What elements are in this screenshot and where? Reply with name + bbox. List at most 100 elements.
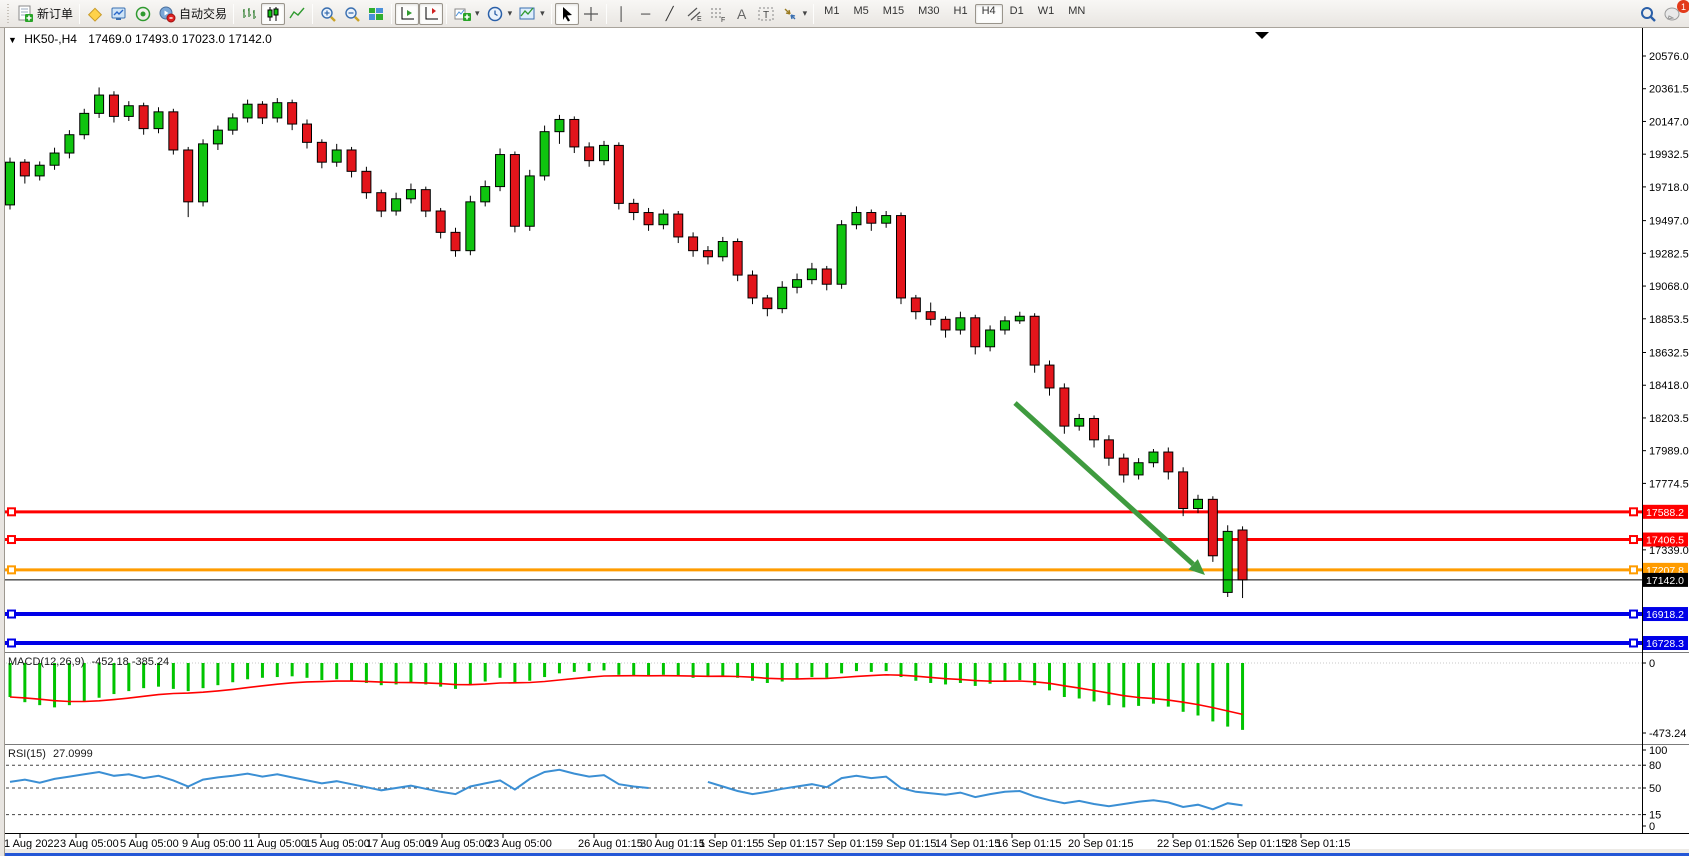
svg-text:19068.0: 19068.0 <box>1649 281 1689 293</box>
zoom-out-button[interactable] <box>340 3 364 25</box>
search-icon[interactable] <box>1639 5 1657 23</box>
svg-text:11 Aug 05:00: 11 Aug 05:00 <box>243 838 307 849</box>
dropdown-arrow-icon[interactable]: ▾ <box>508 8 513 19</box>
crosshair-tool-button[interactable] <box>579 3 603 25</box>
toolbar-separator <box>813 4 814 24</box>
rsi-canvas[interactable]: 1008050150 <box>0 744 1689 833</box>
horizontal-line-objects[interactable] <box>0 508 1642 646</box>
dropdown-arrow-icon[interactable]: ▾ <box>540 8 545 19</box>
svg-text:17989.0: 17989.0 <box>1649 446 1689 458</box>
cursor-tool-button[interactable] <box>555 3 579 25</box>
svg-text:20 Sep 01:15: 20 Sep 01:15 <box>1068 838 1133 849</box>
macd-scale: 0-473.24 <box>1642 658 1686 740</box>
autotrading-icon <box>158 5 176 23</box>
line-chart-mode-button[interactable] <box>285 3 309 25</box>
zoom-in-button[interactable] <box>316 3 340 25</box>
zoom-out-icon <box>343 5 361 23</box>
svg-text:26 Sep 01:15: 26 Sep 01:15 <box>1222 838 1287 849</box>
toolbar-drag-handle[interactable] <box>6 4 11 24</box>
bar-chart-icon <box>240 5 258 23</box>
horizontal-line-tool-button[interactable]: ─ <box>634 3 658 25</box>
timeframe-toolbar: M1M5M15M30H1H4D1W1MN <box>817 0 1092 27</box>
timeframe-M5[interactable]: M5 <box>846 4 875 24</box>
indicators-icon <box>453 5 471 23</box>
svg-text:20147.0: 20147.0 <box>1649 116 1689 128</box>
arrows-tool-button[interactable]: ▾ <box>778 3 811 25</box>
vertical-line-tool-button[interactable]: │ <box>610 3 634 25</box>
chart-window: 20576.020361.520147.019932.519718.019497… <box>0 28 1689 856</box>
candlestick-chart-icon <box>264 5 282 23</box>
navigator-icon <box>134 5 152 23</box>
clock-icon <box>486 5 504 23</box>
text-label-icon: T <box>757 5 775 23</box>
templates-button[interactable]: ▾ <box>515 3 548 25</box>
svg-text:9 Aug 05:00: 9 Aug 05:00 <box>182 838 241 849</box>
new-order-button[interactable]: 新订单 <box>13 3 76 25</box>
channel-tool-button[interactable]: E <box>682 3 706 25</box>
svg-text:18632.5: 18632.5 <box>1649 348 1689 360</box>
tile-windows-icon <box>367 5 385 23</box>
dropdown-arrow-icon[interactable]: ▾ <box>803 8 808 19</box>
macd-label: MACD(12,26,9) -452.18 -385.24 <box>8 656 169 668</box>
svg-text:14 Sep 01:15: 14 Sep 01:15 <box>935 838 1000 849</box>
dropdown-arrow-icon[interactable]: ▾ <box>475 8 480 19</box>
timeframe-M15[interactable]: M15 <box>876 4 911 24</box>
timeframe-H1[interactable]: H1 <box>947 4 975 24</box>
timeframe-H4[interactable]: H4 <box>975 4 1003 24</box>
svg-text:30 Aug 01:15: 30 Aug 01:15 <box>640 838 705 849</box>
line-chart-icon <box>288 5 306 23</box>
fibonacci-icon: F <box>709 5 727 23</box>
auto-scroll-icon <box>398 5 416 23</box>
candlestick-mode-button[interactable] <box>261 3 285 25</box>
navigator-button[interactable] <box>131 3 155 25</box>
svg-text:26 Aug 01:15: 26 Aug 01:15 <box>578 838 643 849</box>
notifications-button[interactable]: 1 <box>1663 5 1683 23</box>
vertical-line-icon: │ <box>618 7 626 20</box>
svg-text:5 Sep 01:15: 5 Sep 01:15 <box>758 838 817 849</box>
svg-text:23 Aug 05:00: 23 Aug 05:00 <box>487 838 552 849</box>
timeframe-M1[interactable]: M1 <box>817 4 846 24</box>
time-axis[interactable]: 1 Aug 20223 Aug 05:005 Aug 05:009 Aug 05… <box>0 833 1689 849</box>
svg-text:15: 15 <box>1649 810 1661 822</box>
autotrading-button[interactable]: 自动交易 <box>155 3 230 25</box>
rsi-panel: 1008050150 RSI(15) 27.0999 <box>0 744 1689 833</box>
chart-ohlc-values: 17469.0 17493.0 17023.0 17142.0 <box>88 32 272 46</box>
market-watch-button[interactable] <box>107 3 131 25</box>
profiles-button[interactable] <box>83 3 107 25</box>
bar-chart-mode-button[interactable] <box>237 3 261 25</box>
new-order-label: 新订单 <box>37 5 73 22</box>
timeframe-W1[interactable]: W1 <box>1031 4 1062 24</box>
timeframe-M30[interactable]: M30 <box>911 4 946 24</box>
indicators-button[interactable]: ▾ <box>450 3 483 25</box>
tile-windows-button[interactable] <box>364 3 388 25</box>
toolbar-separator <box>391 4 392 24</box>
auto-scroll-button[interactable] <box>395 3 419 25</box>
svg-text:7 Sep 01:15: 7 Sep 01:15 <box>818 838 877 849</box>
rsi-scale: 1008050150 <box>1642 745 1667 833</box>
periods-button[interactable]: ▾ <box>483 3 516 25</box>
chart-title-caret-icon[interactable]: ▼ <box>8 35 17 45</box>
svg-text:18853.5: 18853.5 <box>1649 314 1689 326</box>
chart-shift-marker-icon[interactable] <box>1255 32 1269 39</box>
svg-text:16728.3: 16728.3 <box>1646 638 1684 650</box>
trendline-tool-button[interactable]: ╱ <box>658 3 682 25</box>
price-chart-canvas[interactable]: 20576.020361.520147.019932.519718.019497… <box>0 28 1689 652</box>
svg-text:9 Sep 01:15: 9 Sep 01:15 <box>877 838 936 849</box>
timeframe-D1[interactable]: D1 <box>1003 4 1031 24</box>
chart-shift-button[interactable] <box>419 3 443 25</box>
svg-text:15 Aug 05:00: 15 Aug 05:00 <box>305 838 370 849</box>
svg-text:1 Sep 01:15: 1 Sep 01:15 <box>699 838 758 849</box>
timeframe-MN[interactable]: MN <box>1061 4 1092 24</box>
svg-text:16 Sep 01:15: 16 Sep 01:15 <box>996 838 1061 849</box>
svg-text:20576.0: 20576.0 <box>1649 51 1689 63</box>
toolbar-separator <box>233 4 234 24</box>
svg-text:18418.0: 18418.0 <box>1649 380 1689 392</box>
annotation-arrow[interactable] <box>1015 403 1205 575</box>
text-tool-button[interactable]: A <box>730 3 754 25</box>
notification-badge: 1 <box>1677 0 1689 13</box>
trendline-icon: ╱ <box>666 7 674 20</box>
text-label-tool-button[interactable]: T <box>754 3 778 25</box>
fibonacci-tool-button[interactable]: F <box>706 3 730 25</box>
svg-text:5 Aug 05:00: 5 Aug 05:00 <box>120 838 179 849</box>
macd-canvas[interactable]: 0-473.24 <box>0 652 1689 744</box>
